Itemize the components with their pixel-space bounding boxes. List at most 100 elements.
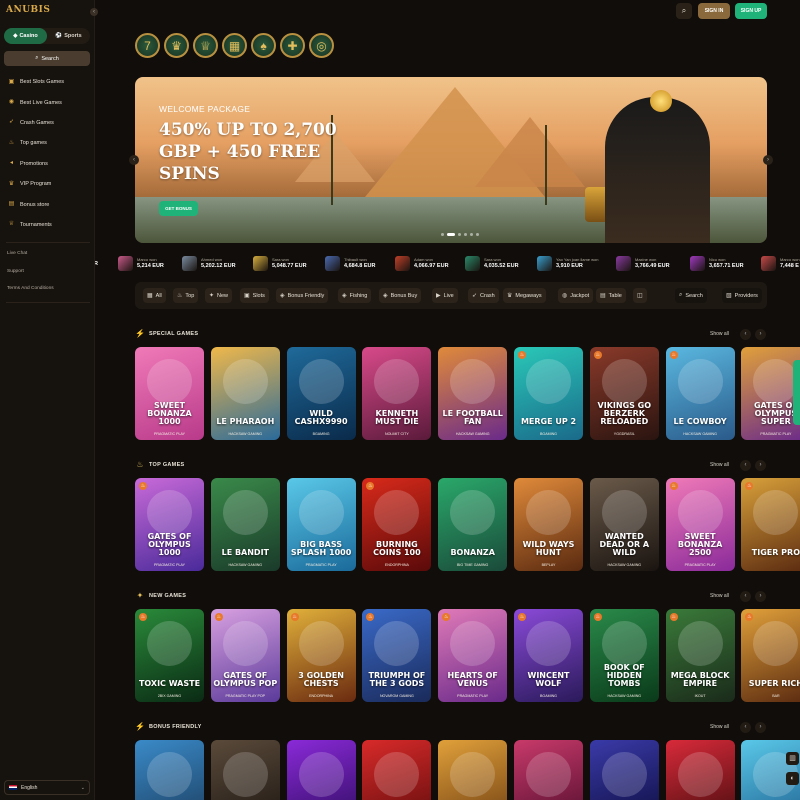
language-selector[interactable]: English ⌄ <box>4 780 90 795</box>
game-card[interactable]: BONANZA BIG TIME GAMING <box>438 478 508 571</box>
pagination-dot[interactable] <box>470 233 473 236</box>
sidebar-item-top-games[interactable]: ♨ Top games <box>0 133 95 153</box>
filter-jackpot[interactable]: ◍ Jackpot <box>558 288 594 303</box>
filter-crash[interactable]: ➶ Crash <box>468 288 499 303</box>
side-promo-tab[interactable] <box>793 360 800 425</box>
sidebar-item-vip[interactable]: ♛ VIP Program <box>0 174 95 194</box>
winner-item[interactable]: Marco won 7,448 E <box>761 253 800 273</box>
filter-search[interactable]: ⌕ Search <box>675 288 707 303</box>
game-card[interactable]: WILD CASHX9990 BGAMING <box>286 347 356 440</box>
brand-logo[interactable]: ANUBIS <box>6 5 50 19</box>
game-card[interactable]: ♨ GATES OF OLYMPUS POP PRAGMATIC PLAY POP <box>210 609 280 702</box>
spade-icon[interactable]: ♠ <box>251 33 276 58</box>
game-card[interactable] <box>665 740 735 800</box>
pagination-dot[interactable] <box>458 233 461 236</box>
game-card[interactable]: ♨ BOOK OF HIDDEN TOMBS HACKSAW GAMING <box>589 609 659 702</box>
pagination-dot-active[interactable] <box>447 233 455 236</box>
game-card[interactable]: ♨ VIKINGS GO BERZERK RELOADED YGGDRASIL <box>589 347 659 440</box>
search-button[interactable]: ⌕ <box>676 3 692 19</box>
game-card[interactable] <box>514 740 583 800</box>
filter-more[interactable]: ◫ <box>633 288 647 303</box>
game-card[interactable]: SWEET BONANZA 1000 PRAGMATIC PLAY <box>135 347 204 440</box>
cash-icon[interactable]: ▦ <box>222 33 247 58</box>
pagination-dot[interactable] <box>476 233 479 236</box>
store-icon[interactable]: ▥ <box>786 752 799 765</box>
winner-item[interactable]: Ahmed won 5,202.12 EUR <box>182 253 236 273</box>
game-card[interactable]: ♨ TIGER PRO <box>741 478 800 571</box>
game-card[interactable]: ♨ SWEET BONANZA 2500 PRAGMATIC PLAY <box>665 478 735 571</box>
filter-table[interactable]: ▤ Table <box>596 288 626 303</box>
winner-item[interactable]: UR <box>95 253 98 273</box>
game-card[interactable] <box>135 740 204 800</box>
tab-sports[interactable]: ⚽ Sports <box>47 28 90 44</box>
filter-new[interactable]: ✦ New <box>205 288 233 303</box>
sidebar-item-best-live[interactable]: ◉ Best Live Games <box>0 92 95 112</box>
winner-item[interactable]: Marco won 5,214 EUR <box>118 253 164 273</box>
banner-prev-button[interactable]: ‹ <box>129 155 139 165</box>
game-card[interactable]: ♨ MERGE UP 2 BGAMING <box>514 347 583 440</box>
game-card[interactable]: ♨ TRIUMPH OF THE 3 GODS NOVAROM GAMING <box>362 609 432 702</box>
get-bonus-button[interactable]: GET BONUS <box>159 201 198 216</box>
crown-icon[interactable]: ♛ <box>164 33 189 58</box>
game-card[interactable]: ♨ MEGA BLOCK EMPIRE IKOUT <box>665 609 735 702</box>
filter-providers[interactable]: ▧ Providers <box>722 288 762 303</box>
game-card[interactable] <box>438 740 508 800</box>
sidebar-item-best-slots[interactable]: ▣ Best Slots Games <box>0 72 95 92</box>
chat-icon[interactable]: ◐ <box>786 772 799 785</box>
sidebar-item-bonus-store[interactable]: ▤ Bonus store <box>0 194 95 214</box>
terms-link[interactable]: Terms And Conditions <box>7 285 54 303</box>
game-card[interactable] <box>210 740 280 800</box>
game-card[interactable]: ♨ WINCENT WOLF BGAMING <box>514 609 583 702</box>
tab-casino[interactable]: ◆ Casino <box>4 28 47 44</box>
filter-top[interactable]: ♨ Top <box>173 288 199 303</box>
banner-next-button[interactable]: › <box>763 155 773 165</box>
filter-slots[interactable]: ▣ Slots <box>240 288 269 303</box>
section-next-button[interactable]: › <box>755 722 766 733</box>
pagination-dot[interactable] <box>464 233 467 236</box>
game-card[interactable]: ♨ TOXIC WASTE 2BIX GAMING <box>135 609 204 702</box>
game-card[interactable] <box>741 740 800 800</box>
trophy-icon[interactable]: ♕ <box>193 33 218 58</box>
winner-item[interactable]: Thibault won 4,684.8 EUR <box>325 253 376 273</box>
section-prev-button[interactable]: ‹ <box>740 329 751 340</box>
filter-bonus-friendly[interactable]: ◈ Bonus Friendly <box>276 288 329 303</box>
winner-item[interactable]: Nicu won 3,657.71 EUR <box>690 253 744 273</box>
game-card[interactable]: WANTED DEAD OR A WILD HACKSAW GAMING <box>589 478 659 571</box>
game-card[interactable]: ♨ SUPER RICH BAR <box>741 609 800 702</box>
filter-fishing[interactable]: ◈ Fishing <box>338 288 372 303</box>
winner-item[interactable]: Sara won 5,048.77 EUR <box>253 253 307 273</box>
winner-item[interactable]: Sara won 4,035.52 EUR <box>465 253 519 273</box>
filter-megaways[interactable]: ♛ Megaways <box>503 288 546 303</box>
game-card[interactable]: GATES OF OLYMPUS SUPER PRAGMATIC PLAY <box>741 347 800 440</box>
section-next-button[interactable]: › <box>755 460 766 471</box>
game-card[interactable] <box>286 740 356 800</box>
section-prev-button[interactable]: ‹ <box>740 591 751 602</box>
show-all-link[interactable]: Show all <box>710 724 729 730</box>
game-card[interactable]: ♨ GATES OF OLYMPUS 1000 PRAGMATIC PLAY <box>135 478 204 571</box>
game-card[interactable]: WILD WAYS HUNT BEPLAY <box>514 478 583 571</box>
game-card[interactable]: BIG BASS SPLASH 1000 PRAGMATIC PLAY <box>286 478 356 571</box>
game-card[interactable] <box>589 740 659 800</box>
sidebar-search-button[interactable]: ⌕ Search <box>4 51 90 66</box>
pagination-dot[interactable] <box>441 233 444 236</box>
show-all-link[interactable]: Show all <box>710 593 729 599</box>
winner-item[interactable]: Maxine won 3,766.49 EUR <box>616 253 670 273</box>
filter-all[interactable]: ▦ All <box>143 288 166 303</box>
sidebar-item-crash[interactable]: ➶ Crash Games <box>0 113 95 133</box>
section-next-button[interactable]: › <box>755 591 766 602</box>
sidebar-item-tournaments[interactable]: ♕ Tournaments <box>0 215 95 235</box>
section-prev-button[interactable]: ‹ <box>740 460 751 471</box>
game-card[interactable]: ♨ LE COWBOY HACKSAW GAMING <box>665 347 735 440</box>
game-card[interactable]: ♨ HEARTS OF VENUS PRAGMATIC PLAY <box>438 609 508 702</box>
game-card[interactable]: LE BANDIT HACKSAW GAMING <box>210 478 280 571</box>
sidebar-item-promotions[interactable]: ◂ Promotions <box>0 154 95 174</box>
filter-bonus-buy[interactable]: ◈ Bonus Buy <box>379 288 422 303</box>
seven-icon[interactable]: 7 <box>135 33 160 58</box>
game-card[interactable]: ♨ 3 GOLDEN CHESTS ENDORPHINA <box>286 609 356 702</box>
welcome-banner[interactable]: WELCOME PACKAGE 450% UP TO 2,700 GBP + 4… <box>135 77 767 243</box>
gift-icon[interactable]: ✚ <box>280 33 305 58</box>
winner-item[interactable]: Yao Yan joan llame won 3,910 EUR <box>537 253 598 273</box>
sign-in-button[interactable]: SIGN IN <box>698 3 730 19</box>
filter-live[interactable]: ▶ Live <box>432 288 458 303</box>
support-link[interactable]: Support <box>7 268 54 286</box>
